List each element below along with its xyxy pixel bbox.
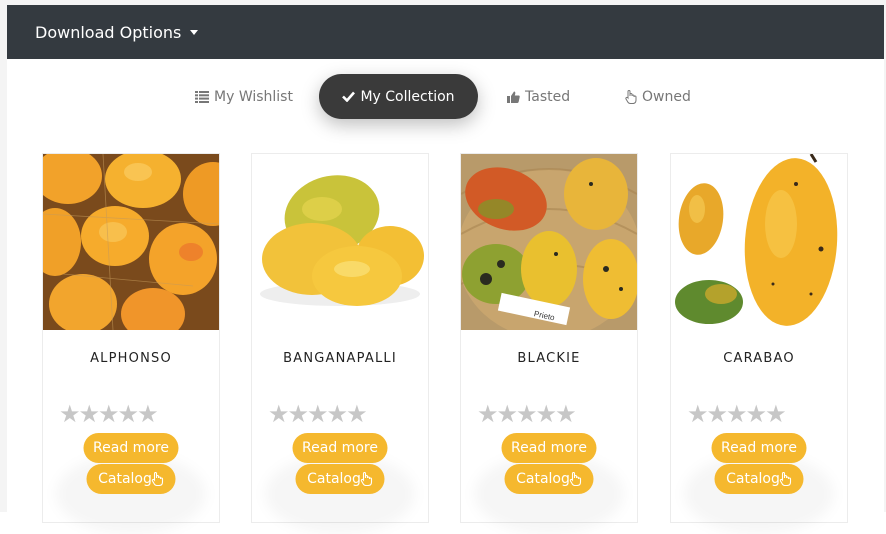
hand-pointer-icon (780, 472, 792, 486)
read-more-button[interactable]: Read more (501, 433, 597, 463)
thumbs-up-icon (507, 91, 520, 103)
product-title: CARABAO (723, 351, 795, 366)
check-icon (342, 91, 356, 102)
product-title: BLACKIE (517, 351, 581, 366)
catalog-label: Catalog (726, 471, 780, 487)
tab-my-collection[interactable]: My Collection (319, 74, 478, 119)
collection-tabs: My Wishlist My Collection Tasted Owned (0, 74, 886, 119)
list-icon (195, 90, 209, 103)
catalog-button[interactable]: Catalog (714, 464, 804, 494)
hand-pointer-icon (625, 89, 637, 104)
product-card: BANGANAPALLI ★★★★★ Read more Catalog (251, 153, 429, 523)
tab-label: Owned (642, 88, 691, 105)
star-rating[interactable]: ★★★★★ (477, 400, 577, 428)
star-rating[interactable]: ★★★★★ (687, 400, 787, 428)
tab-label: My Wishlist (214, 88, 293, 105)
hand-pointer-icon (152, 472, 164, 486)
tab-label: My Collection (360, 88, 455, 105)
star-rating[interactable]: ★★★★★ (268, 400, 368, 428)
read-more-button[interactable]: Read more (83, 433, 179, 463)
product-title: BANGANAPALLI (283, 351, 397, 366)
download-options-label: Download Options (35, 22, 182, 42)
tab-my-wishlist[interactable]: My Wishlist (195, 74, 293, 119)
product-card: ALPHONSO ★★★★★ Read more Catalog (42, 153, 220, 523)
catalog-label: Catalog (307, 471, 361, 487)
hand-pointer-icon (361, 472, 373, 486)
caret-down-icon (190, 29, 199, 35)
read-more-button[interactable]: Read more (711, 433, 807, 463)
top-navbar: Download Options (7, 5, 884, 59)
alphonso-mango-image (43, 154, 219, 330)
hand-pointer-icon (570, 472, 582, 486)
blackie-mango-image: Prieto (461, 154, 637, 330)
tab-tasted[interactable]: Tasted (507, 74, 570, 119)
download-options-dropdown[interactable]: Download Options (35, 22, 199, 42)
tab-label: Tasted (525, 88, 571, 105)
catalog-label: Catalog (98, 471, 152, 487)
product-card: Prieto BLACKIE ★★★★★ Read more Catalog (460, 153, 638, 523)
read-more-button[interactable]: Read more (292, 433, 388, 463)
catalog-label: Catalog (516, 471, 570, 487)
catalog-button[interactable]: Catalog (86, 464, 176, 494)
product-title: ALPHONSO (90, 351, 172, 366)
catalog-button[interactable]: Catalog (295, 464, 385, 494)
banganapalli-mango-image (252, 154, 428, 330)
star-rating[interactable]: ★★★★★ (59, 400, 159, 428)
carabao-mango-image (671, 154, 847, 330)
catalog-button[interactable]: Catalog (504, 464, 594, 494)
product-card: CARABAO ★★★★★ Read more Catalog (670, 153, 848, 523)
tab-owned[interactable]: Owned (625, 74, 691, 119)
